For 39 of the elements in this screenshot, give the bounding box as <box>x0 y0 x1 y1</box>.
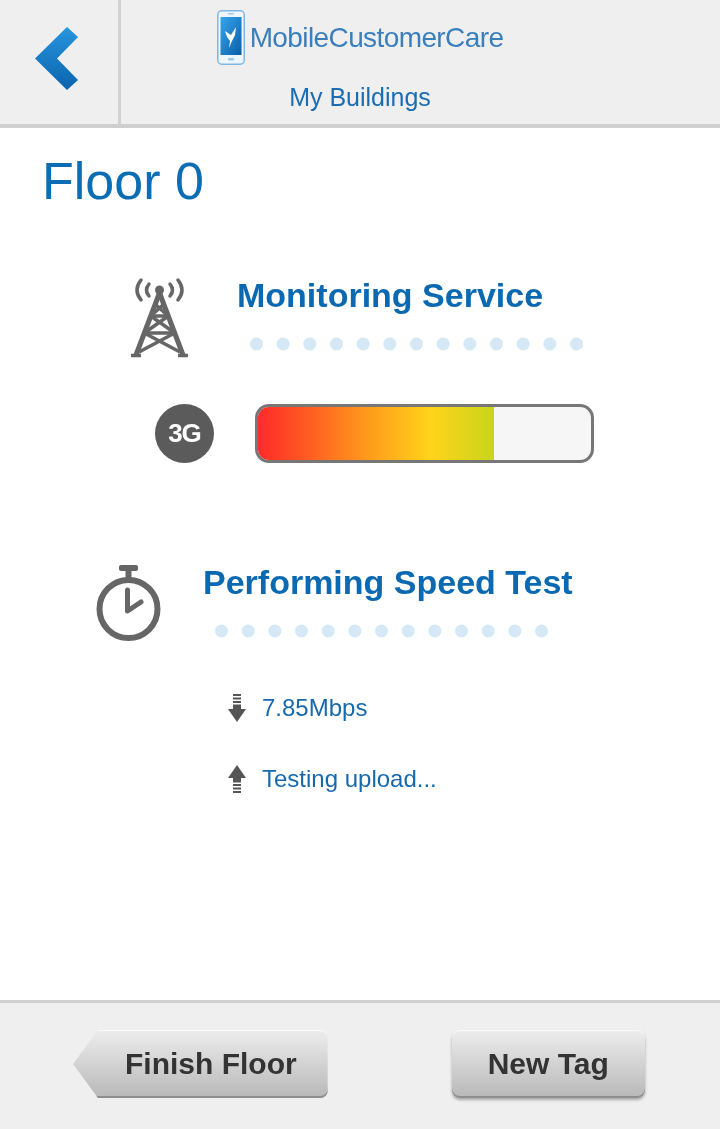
progress-dot-icon <box>330 337 343 351</box>
progress-dot-icon <box>375 624 388 638</box>
progress-dot-icon <box>401 624 415 638</box>
progress-dot-icon <box>383 337 397 351</box>
download-arrow-icon <box>228 694 246 722</box>
finish-floor-button[interactable]: Finish Floor <box>73 1030 328 1098</box>
speed-result: 7.85Mbps <box>262 693 368 723</box>
progress-dot-icon <box>215 624 228 638</box>
section-title: Performing Speed Test <box>203 562 573 602</box>
chevron-left-icon <box>35 27 78 90</box>
progress-dot-icon <box>241 624 255 638</box>
progress-dot-icon <box>481 624 495 638</box>
progress-dot-icon <box>356 337 370 351</box>
section-title: Monitoring Service <box>237 275 544 315</box>
progress-dot-icon <box>516 337 530 351</box>
progress-dot-icon <box>321 624 335 638</box>
progress-dot-icon <box>436 337 450 351</box>
progress-dot-icon <box>268 624 282 638</box>
logo-text: MobileCustomerCare <box>249 20 504 55</box>
page-title: Floor 0 <box>42 151 204 211</box>
progress-dot-icon <box>295 624 308 638</box>
phone-logo-icon <box>216 10 245 65</box>
speed-result: Testing upload... <box>262 764 437 794</box>
progress-dot-icon <box>508 624 522 638</box>
progress-dot-icon <box>428 624 442 638</box>
progress-dot-icon <box>543 337 557 351</box>
progress-dot-icon <box>455 624 469 638</box>
progress-dot-icon <box>276 337 290 351</box>
progress-dot-icon <box>250 337 263 351</box>
header-title: My Buildings <box>289 82 431 113</box>
progress-dot-icon <box>490 337 504 351</box>
progress-dot-icon <box>463 337 477 351</box>
progress-dot-icon <box>348 624 362 638</box>
new-tag-button[interactable]: New Tag <box>451 1030 645 1098</box>
progress-dot-icon <box>303 337 317 351</box>
network-type-badge: 3G <box>155 404 214 463</box>
progress-dot-icon <box>410 337 423 351</box>
upload-arrow-icon <box>228 765 246 793</box>
stopwatch-icon <box>95 565 162 641</box>
